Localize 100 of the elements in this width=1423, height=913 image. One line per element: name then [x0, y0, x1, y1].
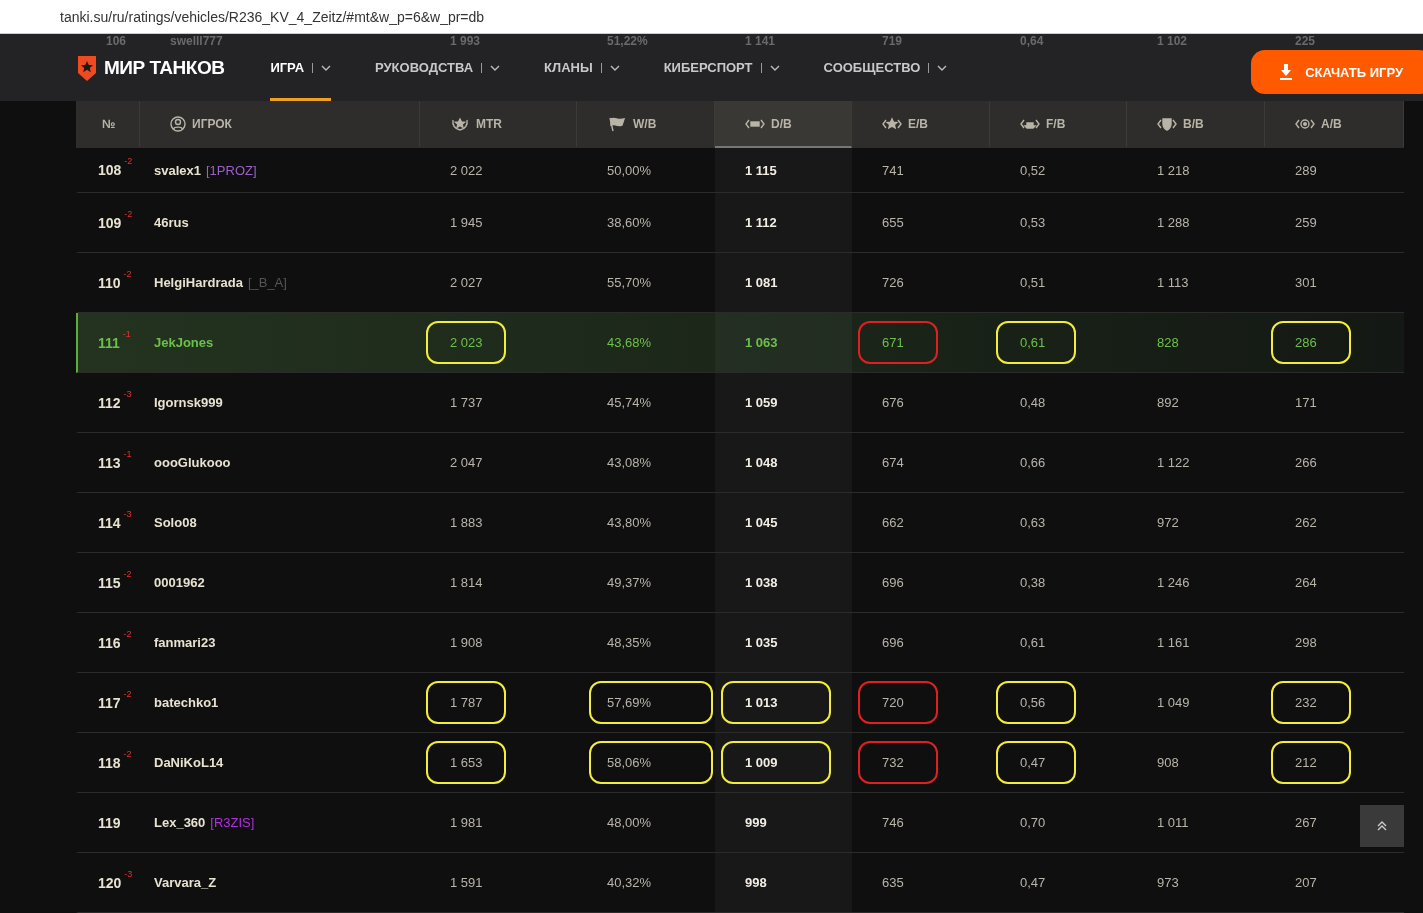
table-cell: 232 — [1295, 695, 1317, 710]
table-cell: 972 — [1157, 515, 1179, 530]
column-header[interactable]: № — [76, 101, 140, 148]
table-cell: 828 — [1157, 335, 1179, 350]
table-cell: 0,52 — [1020, 162, 1046, 178]
table-cell: 289 — [1295, 162, 1317, 178]
highlighted-row[interactable]: 111 -1 JekJones 2 023 43,68% 1 063 671 0,61 828 286 — [76, 313, 1404, 373]
table-row[interactable]: 113 -1 oooGlukooo 2 047 43,08% 1 048 674 0,66 1 122 266 — [76, 433, 1404, 493]
player-name[interactable]: JekJones — [154, 335, 214, 350]
rank-change: -2 — [123, 269, 132, 279]
column-header[interactable]: D/B — [715, 101, 852, 148]
faded-cell-text: 0,64 — [1019, 34, 1045, 48]
player-name[interactable]: Varvara_Z — [154, 875, 217, 890]
table-cell: 0,61 — [1020, 335, 1046, 350]
table-cell: 973 — [1157, 875, 1179, 890]
table-cell: 0,51 — [1020, 275, 1046, 290]
nav-item[interactable]: ИГРА — [270, 60, 305, 75]
table-cell: 1 059 — [745, 395, 778, 410]
scroll-top-button[interactable] — [1360, 805, 1404, 847]
table-cell: 1 115 — [745, 162, 777, 178]
column-header[interactable]: E/B — [852, 101, 990, 148]
table-row[interactable]: 109 -2 46rus 1 945 38,60% 1 112 655 0,53 1 288 259 — [76, 193, 1404, 253]
column-header[interactable]: B/B — [1127, 101, 1265, 148]
address-url[interactable]: tanki.su/ru/ratings/vehicles/R236_KV_4_Zeitz/#mt&w_p=6&w_pr=db — [60, 8, 485, 25]
table-cell: 635 — [882, 875, 904, 890]
table-row[interactable]: 116 -2 fanmari23 1 908 48,35% 1 035 696 0,61 1 161 298 — [76, 613, 1404, 673]
table-cell: 1 591 — [450, 875, 483, 890]
table-cell: 2 027 — [450, 275, 483, 290]
nav-item[interactable]: СООБЩЕСТВО — [823, 60, 921, 75]
table-row[interactable]: 120 -3 Varvara_Z 1 591 40,32% 998 635 0,47 973 207 — [76, 853, 1404, 913]
logo-text[interactable]: МИР ТАНКОВ — [104, 56, 225, 79]
player-name[interactable]: Igornsk999 — [154, 395, 223, 410]
table-row[interactable]: 112 -3 Igornsk999 1 737 45,74% 1 059 676 0,48 892 171 — [76, 373, 1404, 433]
rank: 115 — [98, 574, 121, 591]
table-cell: 2 023 — [450, 335, 483, 350]
table-cell: 1 908 — [450, 635, 483, 650]
clan-tag[interactable]: [R3ZIS] — [210, 815, 255, 830]
table-cell: 1 009 — [745, 755, 778, 770]
player-name[interactable]: 46rus — [154, 215, 189, 230]
player-name[interactable]: svalex1 — [154, 162, 201, 178]
faded-cell-text: 1 102 — [1156, 34, 1189, 48]
table-cell: 0,66 — [1020, 455, 1046, 470]
table-cell: 207 — [1295, 875, 1317, 890]
table-cell: 1 011 — [1157, 815, 1189, 830]
clan-tag[interactable]: [1PROZ] — [206, 162, 257, 178]
table-cell: 1 814 — [450, 575, 483, 590]
table-cell: 38,60% — [607, 215, 652, 230]
table-cell: 267 — [1295, 815, 1317, 830]
chevron-down-icon — [769, 64, 780, 71]
player-name[interactable]: batechko1 — [154, 695, 219, 710]
player-name[interactable]: Lex_360 — [154, 815, 206, 830]
table-cell: 43,08% — [607, 455, 652, 470]
table-cell: 741 — [882, 162, 904, 178]
player-name[interactable]: HelgiHardrada — [154, 275, 243, 290]
table-row[interactable]: 118 -2 DaNiKoL14 1 653 58,06% 1 009 732 0,47 908 212 — [76, 733, 1404, 793]
column-header[interactable]: ИГРОК — [140, 101, 420, 148]
table-cell: 2 022 — [450, 162, 483, 178]
player-name[interactable]: oooGlukooo — [154, 455, 231, 470]
double-chevron-up-icon — [1376, 820, 1388, 832]
table-cell: 1 288 — [1157, 215, 1190, 230]
nav-item[interactable]: КЛАНЫ — [544, 60, 593, 75]
player-name[interactable]: 0001962 — [154, 575, 205, 590]
table-cell: 726 — [882, 275, 904, 290]
table-cell: 1 049 — [1157, 695, 1190, 710]
table-cell: 298 — [1295, 635, 1317, 650]
table-row[interactable]: 108 -2 svalex1 [1PROZ] 2 022 50,00% 1 115 741 0,52 1 218 289 — [76, 148, 1404, 193]
player-name[interactable]: Solo08 — [154, 515, 197, 530]
rank: 117 — [98, 694, 121, 711]
column-header[interactable]: MTR — [420, 101, 577, 148]
chevron-down-icon — [490, 64, 501, 71]
table-cell: 1 063 — [745, 335, 778, 350]
table-row[interactable]: 117 -2 batechko1 1 787 57,69% 1 013 720 0,56 1 049 232 — [76, 673, 1404, 733]
rank: 112 — [98, 394, 121, 411]
table-cell: 746 — [882, 815, 904, 830]
player-name[interactable]: fanmari23 — [154, 635, 216, 650]
table-cell: 0,47 — [1020, 875, 1046, 890]
table-cell: 908 — [1157, 755, 1179, 770]
table-cell: 2 047 — [450, 455, 483, 470]
table-cell: 0,61 — [1020, 635, 1046, 650]
player-name[interactable]: DaNiKoL14 — [154, 755, 224, 770]
faded-cell-text: 225 — [1294, 34, 1317, 48]
rank-change: -1 — [123, 449, 132, 459]
nav-item[interactable]: РУКОВОДСТВА — [375, 60, 474, 75]
faded-cell-text: 51,22% — [606, 34, 649, 48]
table-row[interactable]: 114 -3 Solo08 1 883 43,80% 1 045 662 0,63 972 262 — [76, 493, 1404, 553]
column-header[interactable]: A/B — [1265, 101, 1404, 148]
column-header[interactable]: F/B — [990, 101, 1127, 148]
rank: 116 — [98, 634, 121, 651]
table-row[interactable]: 115 -2 0001962 1 814 49,37% 1 038 696 0,38 1 246 264 — [76, 553, 1404, 613]
table-cell: 1 013 — [745, 695, 778, 710]
rank-change: -2 — [123, 689, 132, 699]
nav-item[interactable]: КИБЕРСПОРТ — [663, 60, 753, 75]
table-cell: 1 246 — [1157, 575, 1190, 590]
table-cell: 720 — [882, 695, 904, 710]
rank-change: -3 — [123, 509, 132, 519]
rank: 119 — [98, 814, 121, 831]
faded-cell-text: 1 141 — [744, 34, 777, 48]
rank: 111 — [98, 334, 120, 351]
table-cell: 40,32% — [607, 875, 652, 890]
rank: 108 — [98, 162, 122, 178]
